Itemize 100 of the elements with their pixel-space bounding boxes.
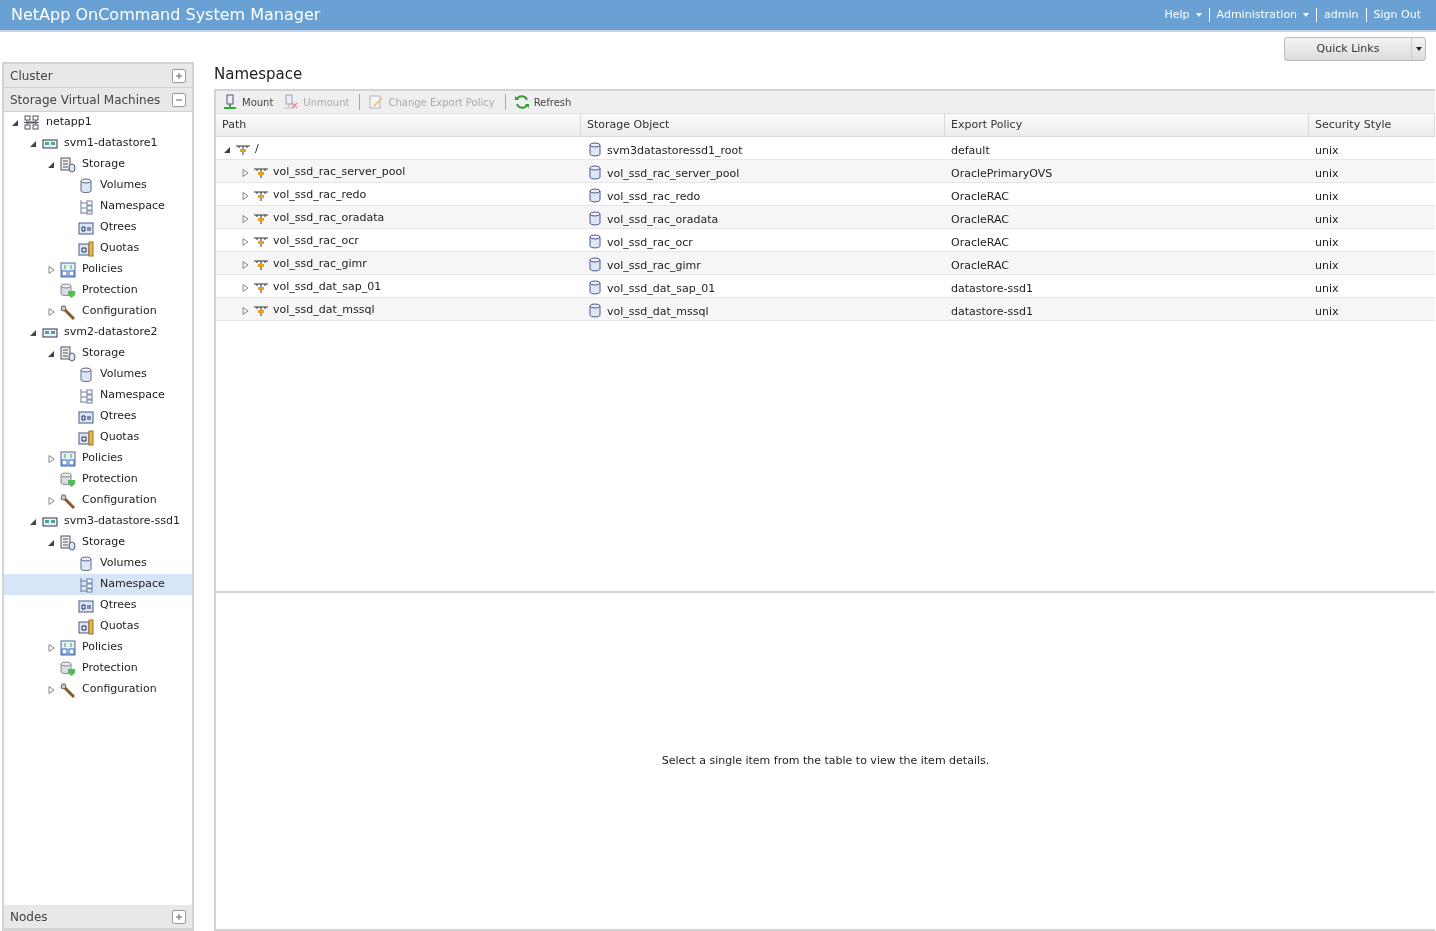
tree-item[interactable]: Storage <box>4 154 192 175</box>
tree-item[interactable]: Volumes <box>4 364 192 385</box>
caret-icon <box>1415 47 1422 51</box>
tree-item[interactable]: Protection <box>4 469 192 490</box>
expanded-arrow-icon[interactable] <box>30 517 37 526</box>
expand-icon[interactable] <box>172 909 186 924</box>
folder-icon <box>78 597 94 614</box>
server-grid-icon <box>24 114 40 131</box>
tree-item[interactable]: Configuration <box>4 490 192 511</box>
table-cell: vol_ssd_dat_mssql <box>273 302 375 319</box>
tree-item[interactable]: Qtrees <box>4 406 192 427</box>
collapsed-arrow-icon[interactable] <box>48 307 55 316</box>
table-row[interactable]: vol_ssd_rac_oradata vol_ssd_rac_oradata OracleRAC unix <box>216 206 1435 229</box>
collapsed-arrow-icon[interactable] <box>242 191 249 200</box>
table-cell-text: unix <box>1315 142 1339 159</box>
column-header[interactable]: Path <box>216 114 581 136</box>
quick-links-dropdown[interactable]: Quick Links <box>1284 37 1426 61</box>
table-cell-text: unix <box>1315 211 1339 228</box>
tree-item[interactable]: Protection <box>4 280 192 301</box>
policy-grid-icon <box>60 261 76 278</box>
collapsed-arrow-icon[interactable] <box>242 168 249 177</box>
tree-item[interactable]: Storage <box>4 343 192 364</box>
collapse-icon[interactable] <box>172 92 186 107</box>
gauge-folder-icon <box>78 618 94 635</box>
tree-item[interactable]: Policies <box>4 259 192 280</box>
tree-item[interactable]: Namespace <box>4 574 192 595</box>
table-cell-text: vol_ssd_rac_oradata <box>607 212 719 229</box>
tree-item[interactable]: Volumes <box>4 175 192 196</box>
policy-grid-icon <box>60 450 76 467</box>
column-header[interactable]: Security Style <box>1309 114 1435 136</box>
table-row[interactable]: vol_ssd_rac_server_pool vol_ssd_rac_server_pool OraclePrimaryOVS unix <box>216 160 1435 183</box>
accordion-header[interactable]: Nodes <box>4 905 192 929</box>
storage-icon <box>60 534 76 551</box>
collapsed-arrow-icon[interactable] <box>48 685 55 694</box>
collapsed-arrow-icon[interactable] <box>242 214 249 223</box>
toolbar-button[interactable]: Refresh <box>504 94 572 110</box>
tree-item[interactable]: Volumes <box>4 553 192 574</box>
gauge-folder-icon <box>78 429 94 446</box>
collapsed-arrow-icon[interactable] <box>48 265 55 274</box>
collapsed-arrow-icon[interactable] <box>242 306 249 315</box>
column-header[interactable]: Storage Object <box>581 114 945 136</box>
tree-item[interactable]: Qtrees <box>4 217 192 238</box>
hierarchy-icon <box>78 198 94 215</box>
tree-item[interactable]: Configuration <box>4 679 192 700</box>
collapsed-arrow-icon[interactable] <box>48 496 55 505</box>
table-row[interactable]: vol_ssd_dat_mssql vol_ssd_dat_mssql datastore-ssd1 unix <box>216 298 1435 321</box>
tree-item[interactable]: svm1-datastore1 <box>4 133 192 154</box>
tree-item[interactable]: Quotas <box>4 616 192 637</box>
collapsed-arrow-icon[interactable] <box>48 454 55 463</box>
tree-item[interactable]: Namespace <box>4 196 192 217</box>
table-cell-text: OracleRAC <box>951 257 1009 274</box>
expanded-arrow-icon[interactable] <box>48 538 55 547</box>
table-cell-text: unix <box>1315 303 1339 320</box>
collapsed-arrow-icon[interactable] <box>242 283 249 292</box>
tree-item[interactable]: Namespace <box>4 385 192 406</box>
app-title: NetApp OnCommand System Manager <box>11 4 321 26</box>
wrench-icon <box>60 681 76 698</box>
gauge-folder-icon <box>78 240 94 257</box>
table-cell-text: svm3datastoressd1_root <box>607 143 743 160</box>
tree-item[interactable]: Policies <box>4 448 192 469</box>
expanded-arrow-icon[interactable] <box>48 349 55 358</box>
collapsed-arrow-icon[interactable] <box>242 237 249 246</box>
tree-item[interactable]: Storage <box>4 532 192 553</box>
accordion-header[interactable]: Cluster <box>4 64 192 88</box>
table-cell-text: vol_ssd_rac_server_pool <box>607 166 740 183</box>
junction-icon <box>235 143 251 156</box>
table-cell: vol_ssd_dat_sap_01 <box>273 279 382 296</box>
tree-item[interactable]: svm3-datastore-ssd1 <box>4 511 192 532</box>
table-cell-text: datastore-ssd1 <box>951 280 1033 297</box>
expand-icon[interactable] <box>172 68 186 83</box>
cylinder-icon <box>78 177 94 194</box>
cylinder-icon <box>589 165 601 180</box>
table-cell-text: default <box>951 142 990 159</box>
table-cell-text: datastore-ssd1 <box>951 303 1033 320</box>
folder-icon <box>78 408 94 425</box>
expanded-arrow-icon[interactable] <box>30 139 37 148</box>
table-cell-text: OracleRAC <box>951 188 1009 205</box>
tree-item[interactable]: Protection <box>4 658 192 679</box>
toolbar-button[interactable]: Mount <box>222 94 274 110</box>
tree-item[interactable]: Policies <box>4 637 192 658</box>
cylinder-icon <box>78 555 94 572</box>
collapsed-arrow-icon[interactable] <box>242 260 249 269</box>
table-row[interactable]: vol_ssd_rac_gimr vol_ssd_rac_gimr OracleRAC unix <box>216 252 1435 275</box>
wrench-icon <box>60 492 76 509</box>
tree-item[interactable]: Quotas <box>4 238 192 259</box>
accordion-header[interactable]: Storage Virtual Machines <box>4 88 192 112</box>
column-header[interactable]: Export Policy <box>945 114 1309 136</box>
tree-item[interactable]: netapp1 <box>4 112 192 133</box>
expanded-arrow-icon[interactable] <box>224 145 231 154</box>
tree-item[interactable]: Qtrees <box>4 595 192 616</box>
tree-item[interactable]: svm2-datastore2 <box>4 322 192 343</box>
expanded-arrow-icon[interactable] <box>48 160 55 169</box>
table-cell-text: vol_ssd_rac_redo <box>607 189 701 206</box>
table-cell-text: unix <box>1315 257 1339 274</box>
tree-item[interactable]: Quotas <box>4 427 192 448</box>
collapsed-arrow-icon[interactable] <box>48 643 55 652</box>
tree-item[interactable]: Configuration <box>4 301 192 322</box>
expanded-arrow-icon[interactable] <box>12 118 19 127</box>
expanded-arrow-icon[interactable] <box>30 328 37 337</box>
table-cell: vol_ssd_rac_gimr <box>273 256 367 273</box>
